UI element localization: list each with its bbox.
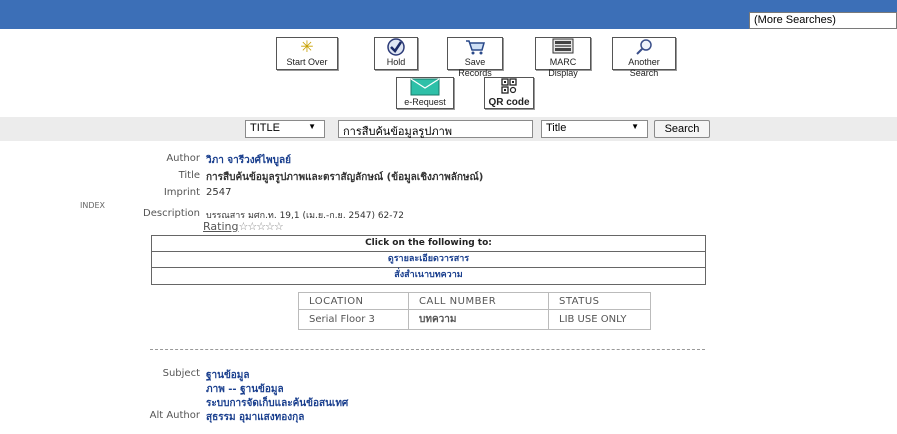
title-label: Title	[178, 170, 200, 181]
column-header: STATUS	[548, 292, 651, 310]
subject-link[interactable]: ภาพ -- ฐานข้อมูล	[206, 382, 284, 397]
view-journal-details-link[interactable]: ดูรายละเอียดวารสาร	[388, 254, 469, 264]
order-article-copy-link[interactable]: สั่งสำเนาบทความ	[394, 270, 462, 280]
more-searches-dropdown[interactable]: (More Searches)	[749, 12, 897, 29]
envelope-icon	[397, 78, 453, 97]
star-icon[interactable]: ☆☆☆☆☆	[238, 220, 283, 233]
table-row: Serial Floor 3 บทความ LIB USE ONLY	[298, 309, 651, 330]
alt-author-label: Alt Author	[149, 410, 200, 421]
location-cell: Serial Floor 3	[298, 309, 409, 330]
record-title: การสืบค้นข้อมูลรูปภาพและตราสัญลักษณ์ (ข้…	[206, 172, 484, 183]
imprint-value: 2547	[206, 187, 232, 198]
subject-link[interactable]: ระบบการจัดเก็บและค้นข้อสนเทศ	[206, 396, 348, 411]
e-request-button[interactable]: e-Request	[396, 77, 454, 109]
qr-code-button[interactable]: QR code	[484, 77, 534, 109]
description-label: Description	[143, 208, 200, 219]
alt-author-link[interactable]: สุธรรม อุมาแสงทองกุล	[206, 410, 304, 425]
qr-code-icon	[485, 78, 533, 97]
subject-label: Subject	[162, 368, 200, 379]
search-button[interactable]: Search	[654, 120, 710, 138]
dropdown-arrow-icon: ▼	[308, 122, 316, 131]
magnifier-icon	[613, 38, 675, 57]
status-cell: LIB USE ONLY	[548, 309, 651, 330]
request-options-header: Click on the following to:	[152, 236, 705, 252]
hold-button[interactable]: Hold	[374, 37, 418, 70]
subject-link[interactable]: ฐานข้อมูล	[206, 368, 250, 383]
request-options-box: Click on the following to: ดูรายละเอียดว…	[151, 235, 706, 285]
holdings-table: LOCATION CALL NUMBER STATUS Serial Floor…	[298, 292, 651, 330]
checkmark-icon	[375, 38, 417, 57]
call-number-link[interactable]: บทความ	[408, 309, 549, 330]
imprint-label: Imprint	[163, 187, 200, 198]
rating-label: Rating	[203, 220, 239, 233]
sort-select[interactable]: Title ▼	[541, 120, 648, 138]
dropdown-arrow-icon: ▼	[631, 122, 639, 131]
author-link[interactable]: วิภา จารีวงศ์ไพบูลย์	[206, 153, 291, 168]
another-search-button[interactable]: Another Search	[612, 37, 676, 78]
sparkle-icon: ✳	[300, 39, 314, 56]
start-over-button[interactable]: ✳ Start Over	[276, 37, 338, 70]
divider	[150, 349, 705, 350]
marc-grid-icon	[536, 38, 590, 57]
author-label: Author	[166, 153, 200, 164]
save-records-button[interactable]: Save Records	[447, 37, 503, 78]
search-input[interactable]: การสืบค้นข้อมูลรูปภาพ	[338, 120, 533, 138]
column-header: CALL NUMBER	[408, 292, 549, 310]
shopping-cart-icon	[448, 38, 502, 57]
marc-display-button[interactable]: MARC Display	[535, 37, 591, 78]
column-header: LOCATION	[298, 292, 409, 310]
holdings-header-row: LOCATION CALL NUMBER STATUS	[298, 292, 651, 310]
search-field-select[interactable]: TITLE ▼	[245, 120, 325, 138]
rating[interactable]: Rating☆☆☆☆☆	[203, 220, 284, 233]
